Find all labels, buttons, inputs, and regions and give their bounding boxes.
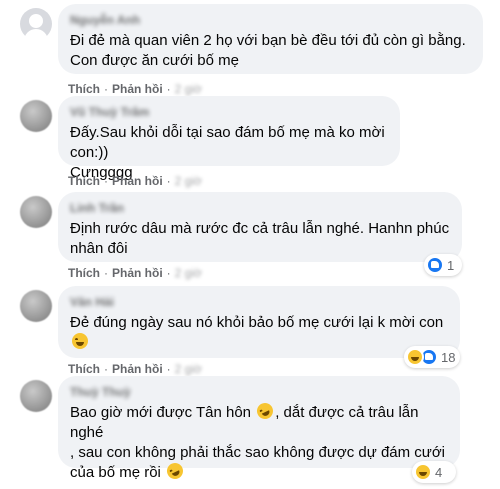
comment-bubble: Văn Hải Đẻ đúng ngày sau nó khỏi bảo bố … xyxy=(58,286,460,358)
reaction-count: 4 xyxy=(435,464,443,480)
separator: · xyxy=(104,266,108,280)
separator: · xyxy=(166,362,171,376)
timestamp[interactable]: 2 giờ xyxy=(175,362,202,376)
comment-bubble: Thuỳ Thuỳ Bao giờ mới được Tân hôn , dắt… xyxy=(58,376,460,482)
comment-actions: Thích · Phản hồi · 2 giờ xyxy=(68,82,202,96)
haha-reaction-icon xyxy=(414,463,432,481)
comment-bubble: Linh Trần Định rước dâu mà rước đc cả tr… xyxy=(58,192,462,262)
haha-reaction-icon xyxy=(406,348,424,366)
comment-text-content: Đẻ đúng ngày sau nó khỏi bảo bố mẹ cưới … xyxy=(70,314,444,331)
rolling-laughing-emoji xyxy=(164,460,186,482)
comment-author[interactable]: Nguyễn Anh xyxy=(70,13,471,27)
comment-actions: Thích · Phản hồi · 2 giờ xyxy=(68,362,202,376)
separator: · xyxy=(166,82,171,96)
reaction-summary[interactable]: 4 xyxy=(412,461,456,483)
avatar[interactable] xyxy=(20,290,52,322)
avatar[interactable] xyxy=(20,196,52,228)
comment-text: Bao giờ mới được Tân hôn , dắt được cả t… xyxy=(70,400,448,483)
separator: · xyxy=(104,362,108,376)
comment-bubble: Vũ Thuỳ Trâm Đấy.Sau khỏi dỗi tại sao đá… xyxy=(58,96,400,181)
timestamp[interactable]: 2 giờ xyxy=(175,174,202,188)
comment-author[interactable]: Linh Trần xyxy=(70,201,450,215)
avatar[interactable] xyxy=(20,100,52,132)
reply-link[interactable]: Phản hồi xyxy=(112,174,163,188)
comment-text: Đi đẻ mà quan viên 2 họ với bạn bè đều t… xyxy=(70,32,466,69)
reaction-count: 18 xyxy=(441,349,456,365)
like-link[interactable]: Thích xyxy=(68,82,100,96)
avatar[interactable] xyxy=(20,8,52,43)
reply-link[interactable]: Phản hồi xyxy=(112,82,163,96)
comment-actions: Thích · Phản hồi · 2 giờ xyxy=(68,174,202,188)
reaction-summary[interactable]: 18 xyxy=(404,346,460,368)
timestamp[interactable]: 2 giờ xyxy=(175,82,202,96)
reply-link[interactable]: Phản hồi xyxy=(112,266,163,280)
reply-link[interactable]: Phản hồi xyxy=(112,362,163,376)
reaction-count: 1 xyxy=(447,257,455,273)
laughing-emoji xyxy=(72,333,88,349)
timestamp[interactable]: 2 giờ xyxy=(175,266,202,280)
comment-author[interactable]: Thuỳ Thuỳ xyxy=(70,385,448,399)
comment-author[interactable]: Vũ Thuỳ Trâm xyxy=(70,105,388,119)
rolling-laughing-emoji xyxy=(254,400,276,422)
avatar[interactable] xyxy=(20,380,52,412)
separator: · xyxy=(166,266,171,280)
separator: · xyxy=(104,174,108,188)
comment-bubble: Nguyễn Anh Đi đẻ mà quan viên 2 họ với b… xyxy=(58,4,483,74)
separator: · xyxy=(104,82,108,96)
comment-text-part: Bao giờ mới được Tân hôn xyxy=(70,404,252,421)
comment-text: Định rước dâu mà rước đc cả trâu lẫn ngh… xyxy=(70,220,450,257)
comment-actions: Thích · Phản hồi · 2 giờ xyxy=(68,266,202,280)
reaction-summary[interactable]: 1 xyxy=(424,254,462,276)
comment-author[interactable]: Văn Hải xyxy=(70,295,448,309)
like-reaction-icon xyxy=(426,256,444,274)
like-link[interactable]: Thích xyxy=(68,362,100,376)
separator: · xyxy=(166,174,171,188)
like-link[interactable]: Thích xyxy=(68,174,100,188)
like-link[interactable]: Thích xyxy=(68,266,100,280)
comment-text: Đẻ đúng ngày sau nó khỏi bảo bố mẹ cưới … xyxy=(70,313,448,353)
